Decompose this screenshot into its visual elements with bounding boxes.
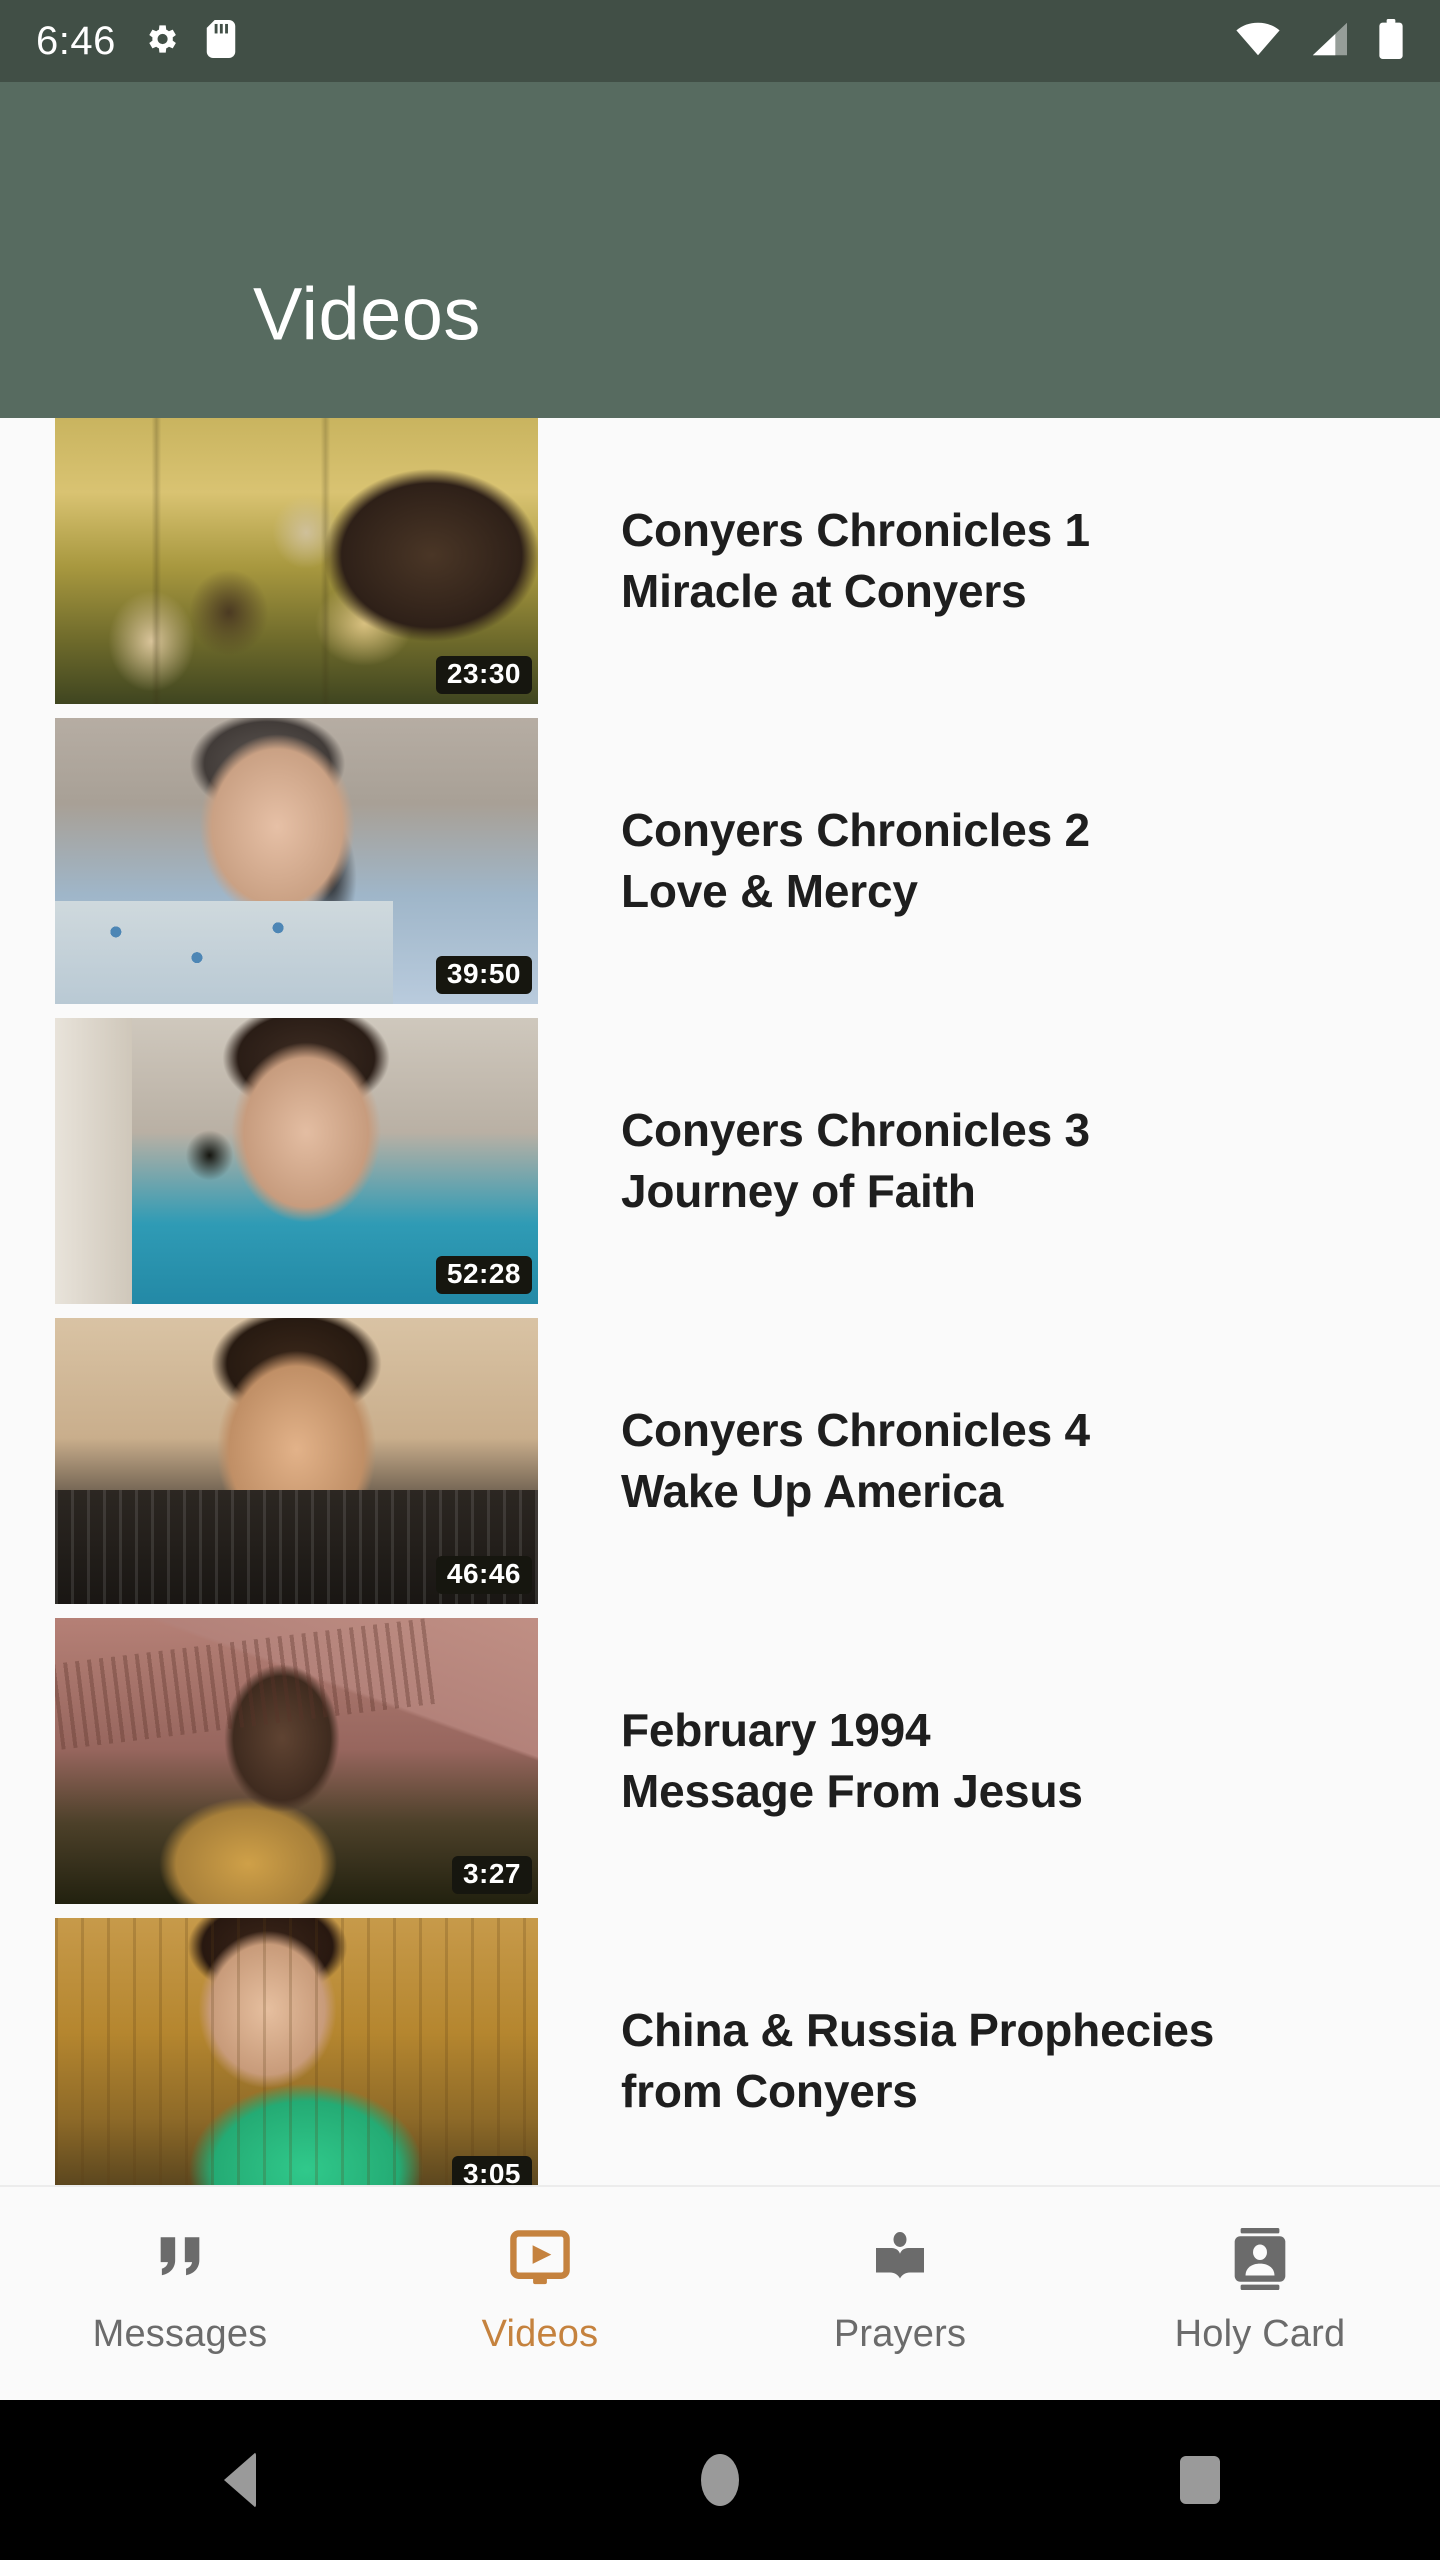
home-button[interactable] bbox=[480, 2454, 960, 2506]
phone-screen: 6:46 Videos 23:30 Conyers Chronicles 1 M… bbox=[0, 0, 1440, 2560]
video-list[interactable]: 23:30 Conyers Chronicles 1 Miracle at Con… bbox=[0, 418, 1440, 2185]
sd-card-icon bbox=[206, 19, 236, 63]
duration-badge: 3:05 bbox=[451, 2156, 532, 2185]
video-list-item[interactable]: 3:05 China & Russia Prophecies from Conye… bbox=[0, 1918, 1440, 2185]
video-list-item[interactable]: 52:28 Conyers Chronicles 3 Journey of Fai… bbox=[0, 1018, 1440, 1304]
thumbnail-image bbox=[55, 1918, 538, 2185]
status-bar-right bbox=[1236, 18, 1404, 64]
nav-tab-label: Videos bbox=[481, 2313, 599, 2355]
video-play-icon bbox=[508, 2225, 572, 2293]
wifi-icon bbox=[1236, 21, 1280, 62]
video-title: Conyers Chronicles 4 Wake Up America bbox=[621, 1404, 1090, 1517]
video-thumbnail[interactable]: 46:46 bbox=[55, 1318, 538, 1604]
video-title: February 1994 Message From Jesus bbox=[621, 1704, 1083, 1817]
duration-badge: 39:50 bbox=[435, 956, 532, 994]
status-bar: 6:46 bbox=[0, 0, 1440, 82]
video-thumbnail[interactable]: 23:30 bbox=[55, 418, 538, 704]
status-clock: 6:46 bbox=[36, 18, 116, 63]
nav-tab-videos[interactable]: Videos bbox=[360, 2187, 720, 2400]
duration-badge: 3:27 bbox=[451, 1856, 532, 1894]
video-title: Conyers Chronicles 1 Miracle at Conyers bbox=[621, 504, 1090, 617]
video-list-item[interactable]: 46:46 Conyers Chronicles 4 Wake Up Americ… bbox=[0, 1318, 1440, 1604]
nav-tab-label: Messages bbox=[92, 2313, 268, 2355]
video-thumbnail[interactable]: 3:05 bbox=[55, 1918, 538, 2185]
duration-badge: 46:46 bbox=[435, 1556, 532, 1594]
app-bar: Videos bbox=[0, 82, 1440, 418]
duration-badge: 52:28 bbox=[435, 1256, 532, 1294]
video-title: Conyers Chronicles 3 Journey of Faith bbox=[621, 1104, 1090, 1217]
video-list-item[interactable]: 23:30 Conyers Chronicles 1 Miracle at Con… bbox=[0, 418, 1440, 704]
video-thumbnail[interactable]: 52:28 bbox=[55, 1018, 538, 1304]
open-book-icon bbox=[870, 2225, 930, 2293]
back-button[interactable] bbox=[0, 2452, 480, 2508]
nav-tab-prayers[interactable]: Prayers bbox=[720, 2187, 1080, 2400]
page-title: Videos bbox=[253, 272, 481, 356]
contact-card-icon bbox=[1231, 2225, 1289, 2293]
cellular-signal-icon bbox=[1308, 21, 1350, 62]
duration-badge: 23:30 bbox=[435, 656, 532, 694]
nav-tab-label: Holy Card bbox=[1174, 2313, 1346, 2355]
video-title: Conyers Chronicles 2 Love & Mercy bbox=[621, 804, 1090, 917]
quote-icon bbox=[150, 2225, 210, 2293]
status-bar-left: 6:46 bbox=[36, 19, 236, 64]
video-thumbnail[interactable]: 39:50 bbox=[55, 718, 538, 1004]
bottom-navigation-bar[interactable]: Messages Videos Prayers Holy Card bbox=[0, 2185, 1440, 2400]
video-list-item[interactable]: 39:50 Conyers Chronicles 2 Love & Mercy bbox=[0, 718, 1440, 1004]
video-thumbnail[interactable]: 3:27 bbox=[55, 1618, 538, 1904]
android-navigation-bar[interactable] bbox=[0, 2400, 1440, 2560]
video-list-item[interactable]: 3:27 February 1994 Message From Jesus bbox=[0, 1618, 1440, 1904]
nav-tab-holy-card[interactable]: Holy Card bbox=[1080, 2187, 1440, 2400]
nav-tab-messages[interactable]: Messages bbox=[0, 2187, 360, 2400]
battery-icon bbox=[1378, 18, 1404, 64]
recents-button[interactable] bbox=[960, 2456, 1440, 2504]
gear-icon bbox=[142, 20, 180, 63]
nav-tab-label: Prayers bbox=[833, 2313, 967, 2355]
video-title: China & Russia Prophecies from Conyers bbox=[621, 2004, 1215, 2117]
